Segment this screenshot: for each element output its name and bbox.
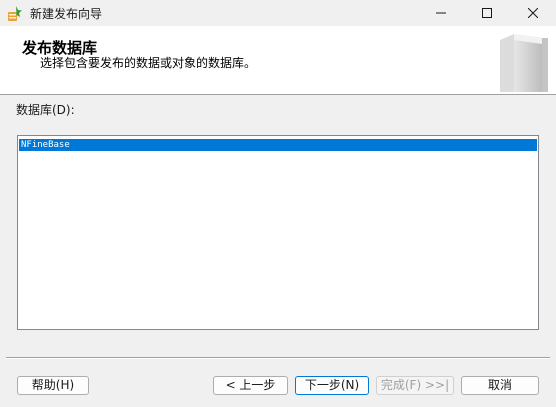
wizard-header: 发布数据库 选择包含要发布的数据或对象的数据库。 [0,26,556,95]
maximize-button[interactable] [464,0,510,26]
help-button[interactable]: 帮助(H) [17,376,89,395]
maximize-icon [482,8,492,18]
title-bar: 新建发布向导 [0,0,556,26]
minimize-button[interactable] [418,0,464,26]
close-button[interactable] [510,0,556,26]
database-list[interactable]: NFineBase [17,135,539,330]
page-subtitle: 选择包含要发布的数据或对象的数据库。 [40,56,257,70]
database-label: 数据库(D): [16,103,75,117]
window-title: 新建发布向导 [30,7,103,21]
footer-separator [6,357,550,359]
finish-button[interactable]: 完成(F) >>| [376,376,454,395]
cancel-button[interactable]: 取消 [461,376,539,395]
minimize-icon [436,8,446,18]
next-button[interactable]: 下一步(N) [295,376,369,395]
book-graphic-icon [492,30,552,92]
close-icon [528,8,538,18]
back-button[interactable]: < 上一步 [213,376,288,395]
list-item-nfinebase[interactable]: NFineBase [19,139,537,151]
wizard-app-icon [6,4,24,22]
